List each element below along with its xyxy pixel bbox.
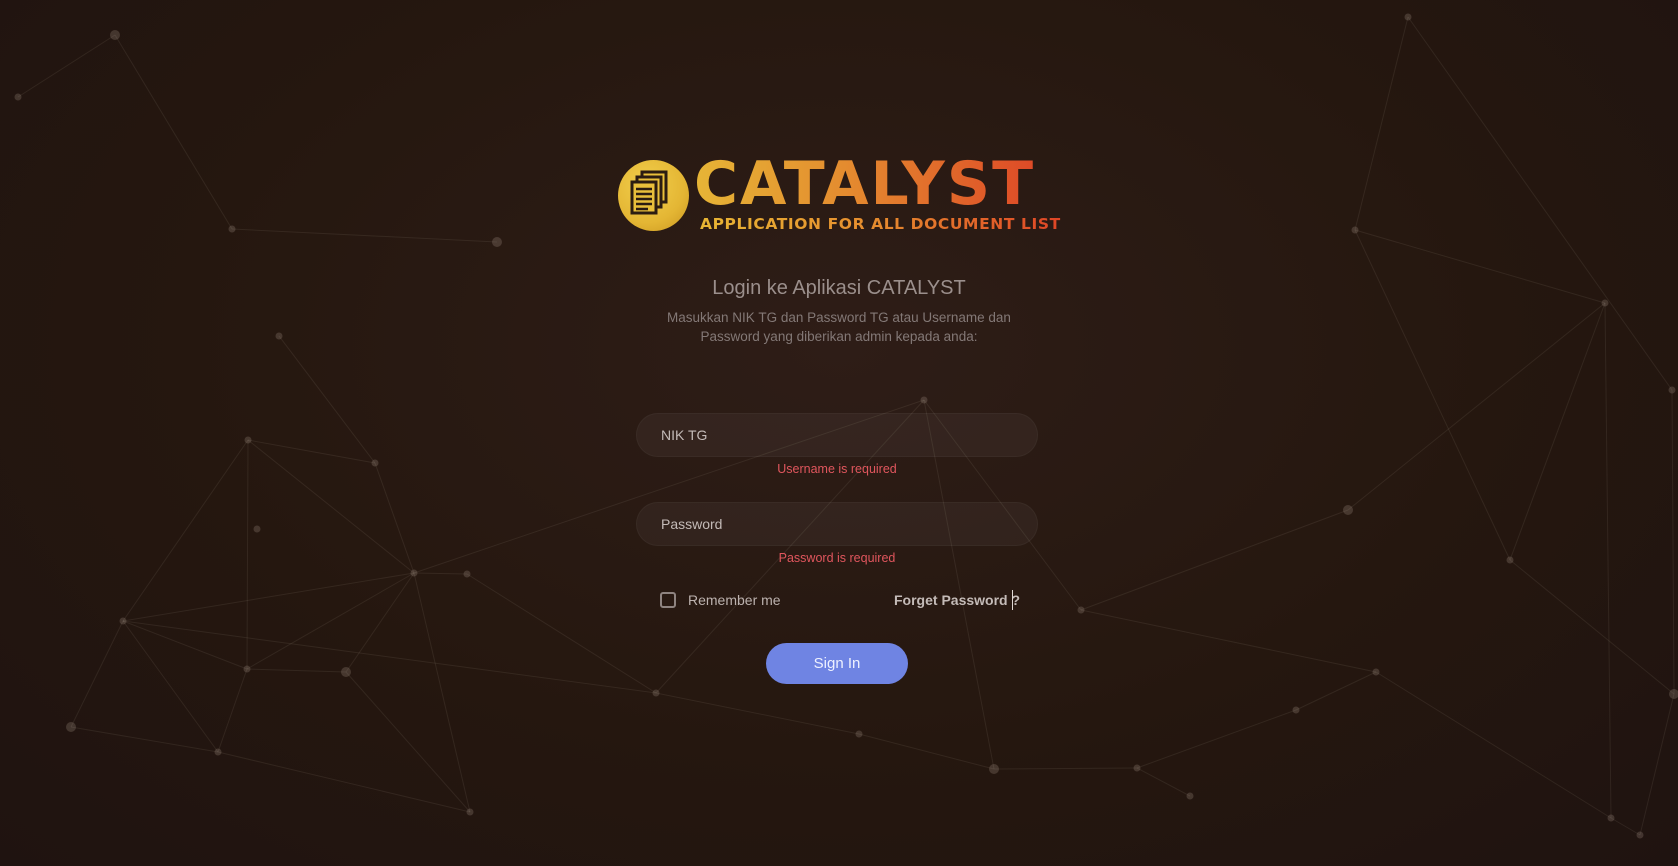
text-cursor (1012, 590, 1013, 610)
remember-me-checkbox[interactable] (660, 592, 676, 608)
sign-in-button[interactable]: Sign In (766, 643, 908, 684)
page-title: Login ke Aplikasi CATALYST (712, 277, 966, 299)
nik-input[interactable] (636, 413, 1038, 457)
login-instructions: Masukkan NIK TG dan Password TG atau Use… (667, 310, 1011, 344)
password-input[interactable] (636, 502, 1038, 546)
login-panel: CATALYST APPLICATION FOR ALL DOCUMENT LI… (0, 0, 1678, 866)
logo-tagline: APPLICATION FOR ALL DOCUMENT LIST (700, 215, 1061, 233)
logo-wordmark: CATALYST (694, 149, 1035, 219)
password-error: Password is required (778, 551, 896, 565)
catalyst-logo: CATALYST APPLICATION FOR ALL DOCUMENT LI… (618, 151, 1061, 235)
stacked-documents-icon (618, 160, 689, 231)
remember-me-label: Remember me (688, 592, 781, 608)
username-error: Username is required (777, 462, 897, 476)
forgot-password-link[interactable]: Forget Password ? (894, 592, 1020, 608)
